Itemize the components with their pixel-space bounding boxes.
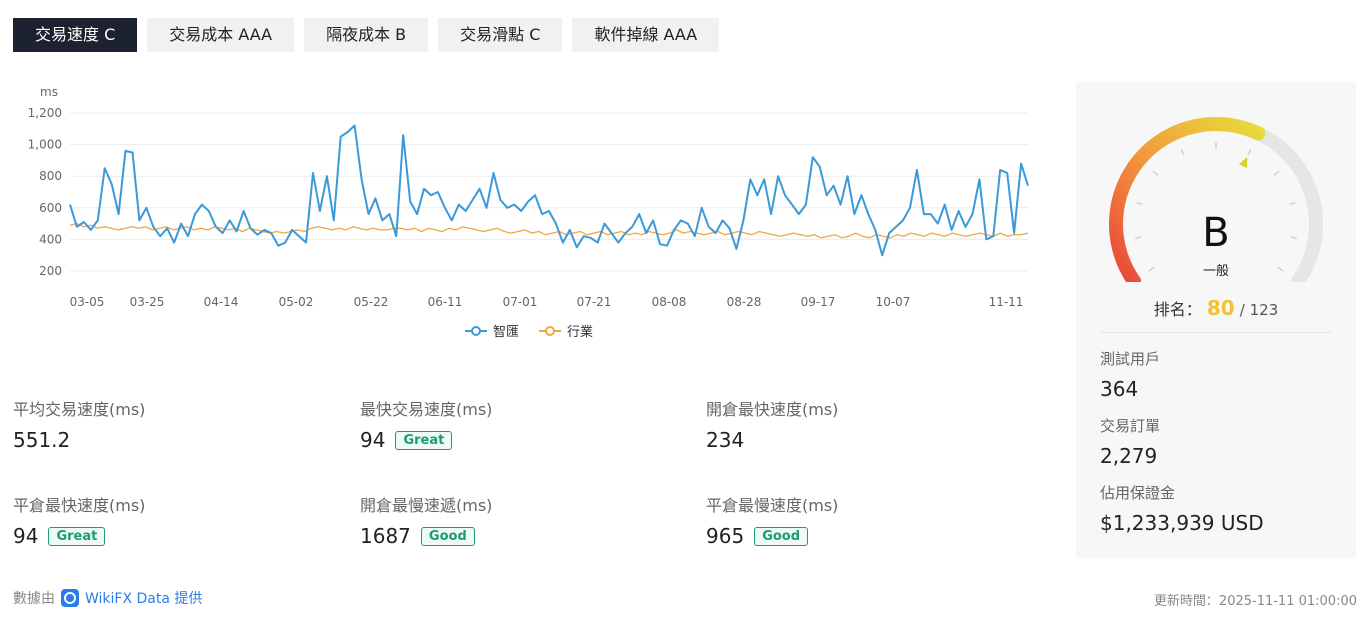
y-tick-label: 1,000	[28, 138, 62, 152]
chart-legend: 智匯 行業	[465, 321, 593, 340]
data-source: 數據由 WikiFX Data 提供	[13, 588, 202, 608]
x-tick-label: 03-25	[130, 295, 165, 309]
legend-swatch-broker	[465, 325, 487, 336]
x-tick-label: 05-22	[354, 295, 389, 309]
x-tick-label: 07-01	[503, 295, 538, 309]
rating-grade: B	[1202, 210, 1230, 256]
info-value: $1,233,939 USD	[1100, 511, 1264, 535]
stat-label: 開倉最慢速遞(ms)	[360, 496, 493, 515]
speed-chart: ms 1,200 1,000 800 600 400 200 03-05 03-25 04-14 0…	[10, 78, 1050, 348]
info-value: 364	[1100, 377, 1139, 401]
tab-slippage[interactable]: 交易滑點 C	[438, 18, 563, 52]
stat-label: 最快交易速度(ms)	[360, 400, 493, 419]
info-label: 佔用保證金	[1100, 484, 1176, 502]
y-tick-label: 200	[39, 264, 62, 278]
x-tick-label: 06-11	[428, 295, 463, 309]
info-test-users: 測試用戶 364	[1100, 348, 1160, 401]
data-source-link[interactable]: WikiFX Data 提供	[85, 588, 202, 608]
y-tick-label: 800	[39, 169, 62, 183]
stat-label: 開倉最快速度(ms)	[706, 400, 839, 419]
divider	[1100, 332, 1332, 333]
stat-open-slowest: 開倉最慢速遞(ms) 1687 Good	[360, 492, 690, 548]
gauge-tick	[1180, 149, 1185, 156]
gauge-tick	[1289, 202, 1296, 206]
gauge-tick	[1152, 170, 1159, 176]
x-tick-label: 08-28	[727, 295, 762, 309]
info-orders: 交易訂單 2,279	[1100, 415, 1160, 468]
tab-overnight-cost[interactable]: 隔夜成本 B	[304, 18, 429, 52]
rank-line: 排名： 80 / 123	[1076, 296, 1356, 320]
gauge-tick	[1273, 170, 1280, 176]
wikifx-logo-icon	[61, 589, 79, 607]
legend-item-industry[interactable]: 行業	[539, 321, 593, 340]
x-tick-label: 05-02	[279, 295, 314, 309]
rank-value: 80	[1206, 296, 1235, 320]
legend-label-industry: 行業	[567, 325, 594, 340]
speed-chart-svg: ms 1,200 1,000 800 600 400 200 03-05 03-25 04-14 0…	[28, 85, 1029, 309]
status-badge: Great	[48, 526, 106, 546]
stat-value: 94	[13, 524, 39, 548]
stat-label: 平倉最慢速度(ms)	[706, 496, 839, 515]
info-value: 2,279	[1100, 444, 1158, 468]
stat-label: 平倉最快速度(ms)	[13, 496, 146, 515]
y-tick-label: 1,200	[28, 106, 62, 120]
y-tick-label: 600	[39, 201, 62, 215]
stat-open-fastest: 開倉最快速度(ms) 234	[706, 396, 1036, 452]
rating-panel: B 一般 排名： 80 / 123 測試用戶 364 交易訂單 2,279 佔用…	[1076, 82, 1356, 558]
series-line-industry	[69, 222, 1029, 239]
info-label: 測試用戶	[1100, 350, 1161, 368]
rating-grade-label: 一般	[1202, 264, 1229, 279]
stat-close-slowest: 平倉最慢速度(ms) 965 Good	[706, 492, 1036, 548]
y-axis-unit: ms	[40, 85, 58, 99]
x-tick-label: 08-08	[652, 295, 687, 309]
info-label: 交易訂單	[1100, 417, 1161, 435]
y-tick-label: 400	[39, 232, 62, 246]
tab-trading-speed[interactable]: 交易速度 C	[13, 18, 138, 52]
stat-fastest-speed: 最快交易速度(ms) 94 Great	[360, 396, 690, 452]
update-time: 更新時間：2025-11-11 01:00:00	[1153, 594, 1357, 609]
legend-item-broker[interactable]: 智匯	[465, 321, 519, 340]
x-tick-label: 03-05	[70, 295, 105, 309]
stat-value: 1687	[360, 524, 411, 548]
x-tick-label: 04-14	[204, 295, 239, 309]
x-tick-label: 10-07	[876, 295, 911, 309]
stat-avg-speed: 平均交易速度(ms) 551.2	[13, 396, 343, 452]
rank-total: / 123	[1239, 301, 1279, 319]
stat-value: 965	[706, 524, 745, 548]
stat-value: 551.2	[13, 428, 71, 452]
gauge-tick	[1136, 202, 1143, 206]
status-badge: Great	[395, 430, 453, 450]
stat-value: 234	[706, 428, 745, 452]
stat-label: 平均交易速度(ms)	[13, 400, 146, 419]
x-tick-label: 11-11	[989, 295, 1024, 309]
x-tick-label: 07-21	[577, 295, 612, 309]
tab-trading-cost[interactable]: 交易成本 AAA	[147, 18, 295, 52]
data-source-prefix: 數據由	[13, 591, 55, 607]
gauge-tick	[1247, 149, 1252, 156]
stat-close-fastest: 平倉最快速度(ms) 94 Great	[13, 492, 343, 548]
tab-disconnect[interactable]: 軟件掉線 AAA	[572, 18, 720, 52]
stat-value: 94	[360, 428, 386, 452]
gauge-pointer	[1238, 156, 1248, 169]
status-badge: Good	[754, 526, 809, 546]
rank-label: 排名：	[1153, 300, 1202, 319]
info-margin: 佔用保證金 $1,233,939 USD	[1100, 482, 1264, 535]
legend-label-broker: 智匯	[493, 325, 520, 340]
tab-bar: 交易速度 C 交易成本 AAA 隔夜成本 B 交易滑點 C 軟件掉線 AAA	[13, 18, 720, 52]
legend-swatch-industry	[539, 325, 562, 336]
status-badge: Good	[420, 526, 475, 546]
x-tick-label: 09-17	[801, 295, 836, 309]
